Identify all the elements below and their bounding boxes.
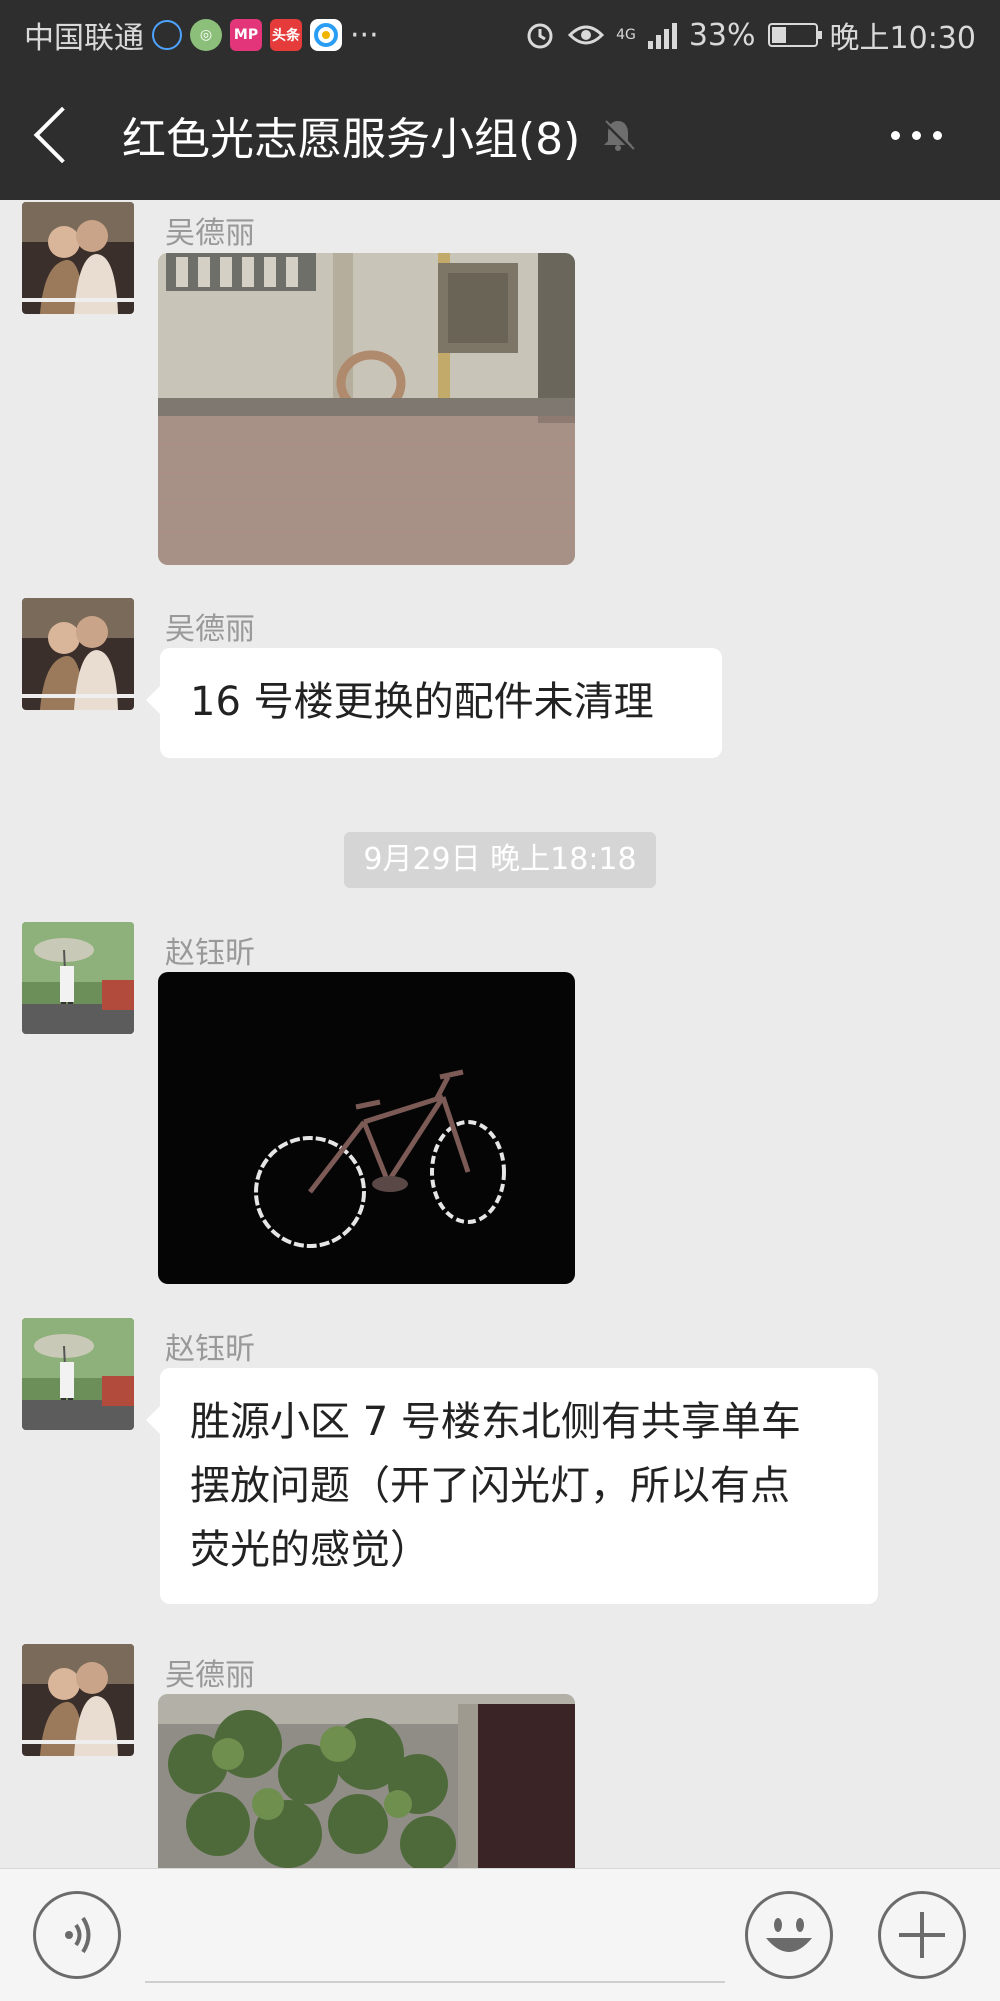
- chat-header: 红色光志愿服务小组(8): [0, 70, 1000, 200]
- avatar[interactable]: [22, 922, 134, 1034]
- message-text-line: 摆放问题（开了闪光灯，所以有点: [190, 1463, 790, 1509]
- eye-icon: [568, 25, 605, 45]
- more-notifications: ···: [350, 17, 379, 53]
- sender-name: 吴德丽: [165, 1658, 255, 1693]
- chat-title: 红色光志愿服务小组(8): [122, 114, 581, 165]
- sender-name: 赵钰昕: [165, 1332, 255, 1367]
- plus-icon[interactable]: [878, 1891, 966, 1979]
- network-type: 4G: [616, 27, 636, 43]
- text-bubble[interactable]: 胜源小区 7 号楼东北侧有共享单车 摆放问题（开了闪光灯，所以有点 荧光的感觉）: [146, 1368, 878, 1604]
- image-message[interactable]: [158, 253, 575, 565]
- avatar[interactable]: [22, 598, 134, 710]
- browser-icon: [310, 19, 342, 51]
- image-message[interactable]: [158, 972, 575, 1284]
- emoji-icon[interactable]: [745, 1891, 833, 1979]
- battery-icon: [767, 23, 822, 47]
- message-text: 16 号楼更换的配件未清理: [190, 679, 654, 725]
- avatar[interactable]: [22, 202, 134, 314]
- clock: 晚上10:30: [829, 21, 976, 56]
- carrier-label: 中国联通: [24, 21, 144, 56]
- bell-muted-icon: [602, 119, 636, 151]
- chevron-left-icon[interactable]: [33, 106, 91, 164]
- sender-name: 吴德丽: [165, 216, 255, 251]
- avatar[interactable]: [22, 1644, 134, 1756]
- alarm-icon: [527, 23, 553, 49]
- sender-name: 吴德丽: [165, 612, 255, 647]
- message-text-line: 胜源小区 7 号楼东北侧有共享单车: [190, 1399, 801, 1445]
- sender-name: 赵钰昕: [165, 936, 255, 971]
- coin-icon: ◎: [190, 19, 222, 51]
- hearing-aid-icon: [152, 20, 182, 50]
- message-text-line: 荧光的感觉）: [190, 1527, 430, 1573]
- avatar[interactable]: [22, 1318, 134, 1430]
- battery-percent: 33%: [688, 17, 756, 53]
- message-input[interactable]: [145, 1981, 725, 1983]
- status-bar: 中国联通 ◎ MP 头条 ··· 4G 33% 晚上10:30: [0, 0, 1000, 70]
- image-message[interactable]: [158, 1694, 575, 1868]
- text-bubble[interactable]: 16 号楼更换的配件未清理: [146, 648, 722, 758]
- message-list[interactable]: 吴德丽 吴德丽 16 号楼更换的配件未清理 9月29日 晚上18:18 赵钰昕 …: [0, 200, 1000, 1868]
- mp-icon: MP: [230, 19, 262, 51]
- voice-icon[interactable]: [33, 1891, 121, 1979]
- toutiao-icon: 头条: [270, 19, 302, 51]
- input-bar: [0, 1868, 1000, 2001]
- timestamp: 9月29日 晚上18:18: [344, 832, 656, 888]
- signal-icon: [647, 21, 677, 49]
- more-dots-icon[interactable]: [891, 130, 942, 140]
